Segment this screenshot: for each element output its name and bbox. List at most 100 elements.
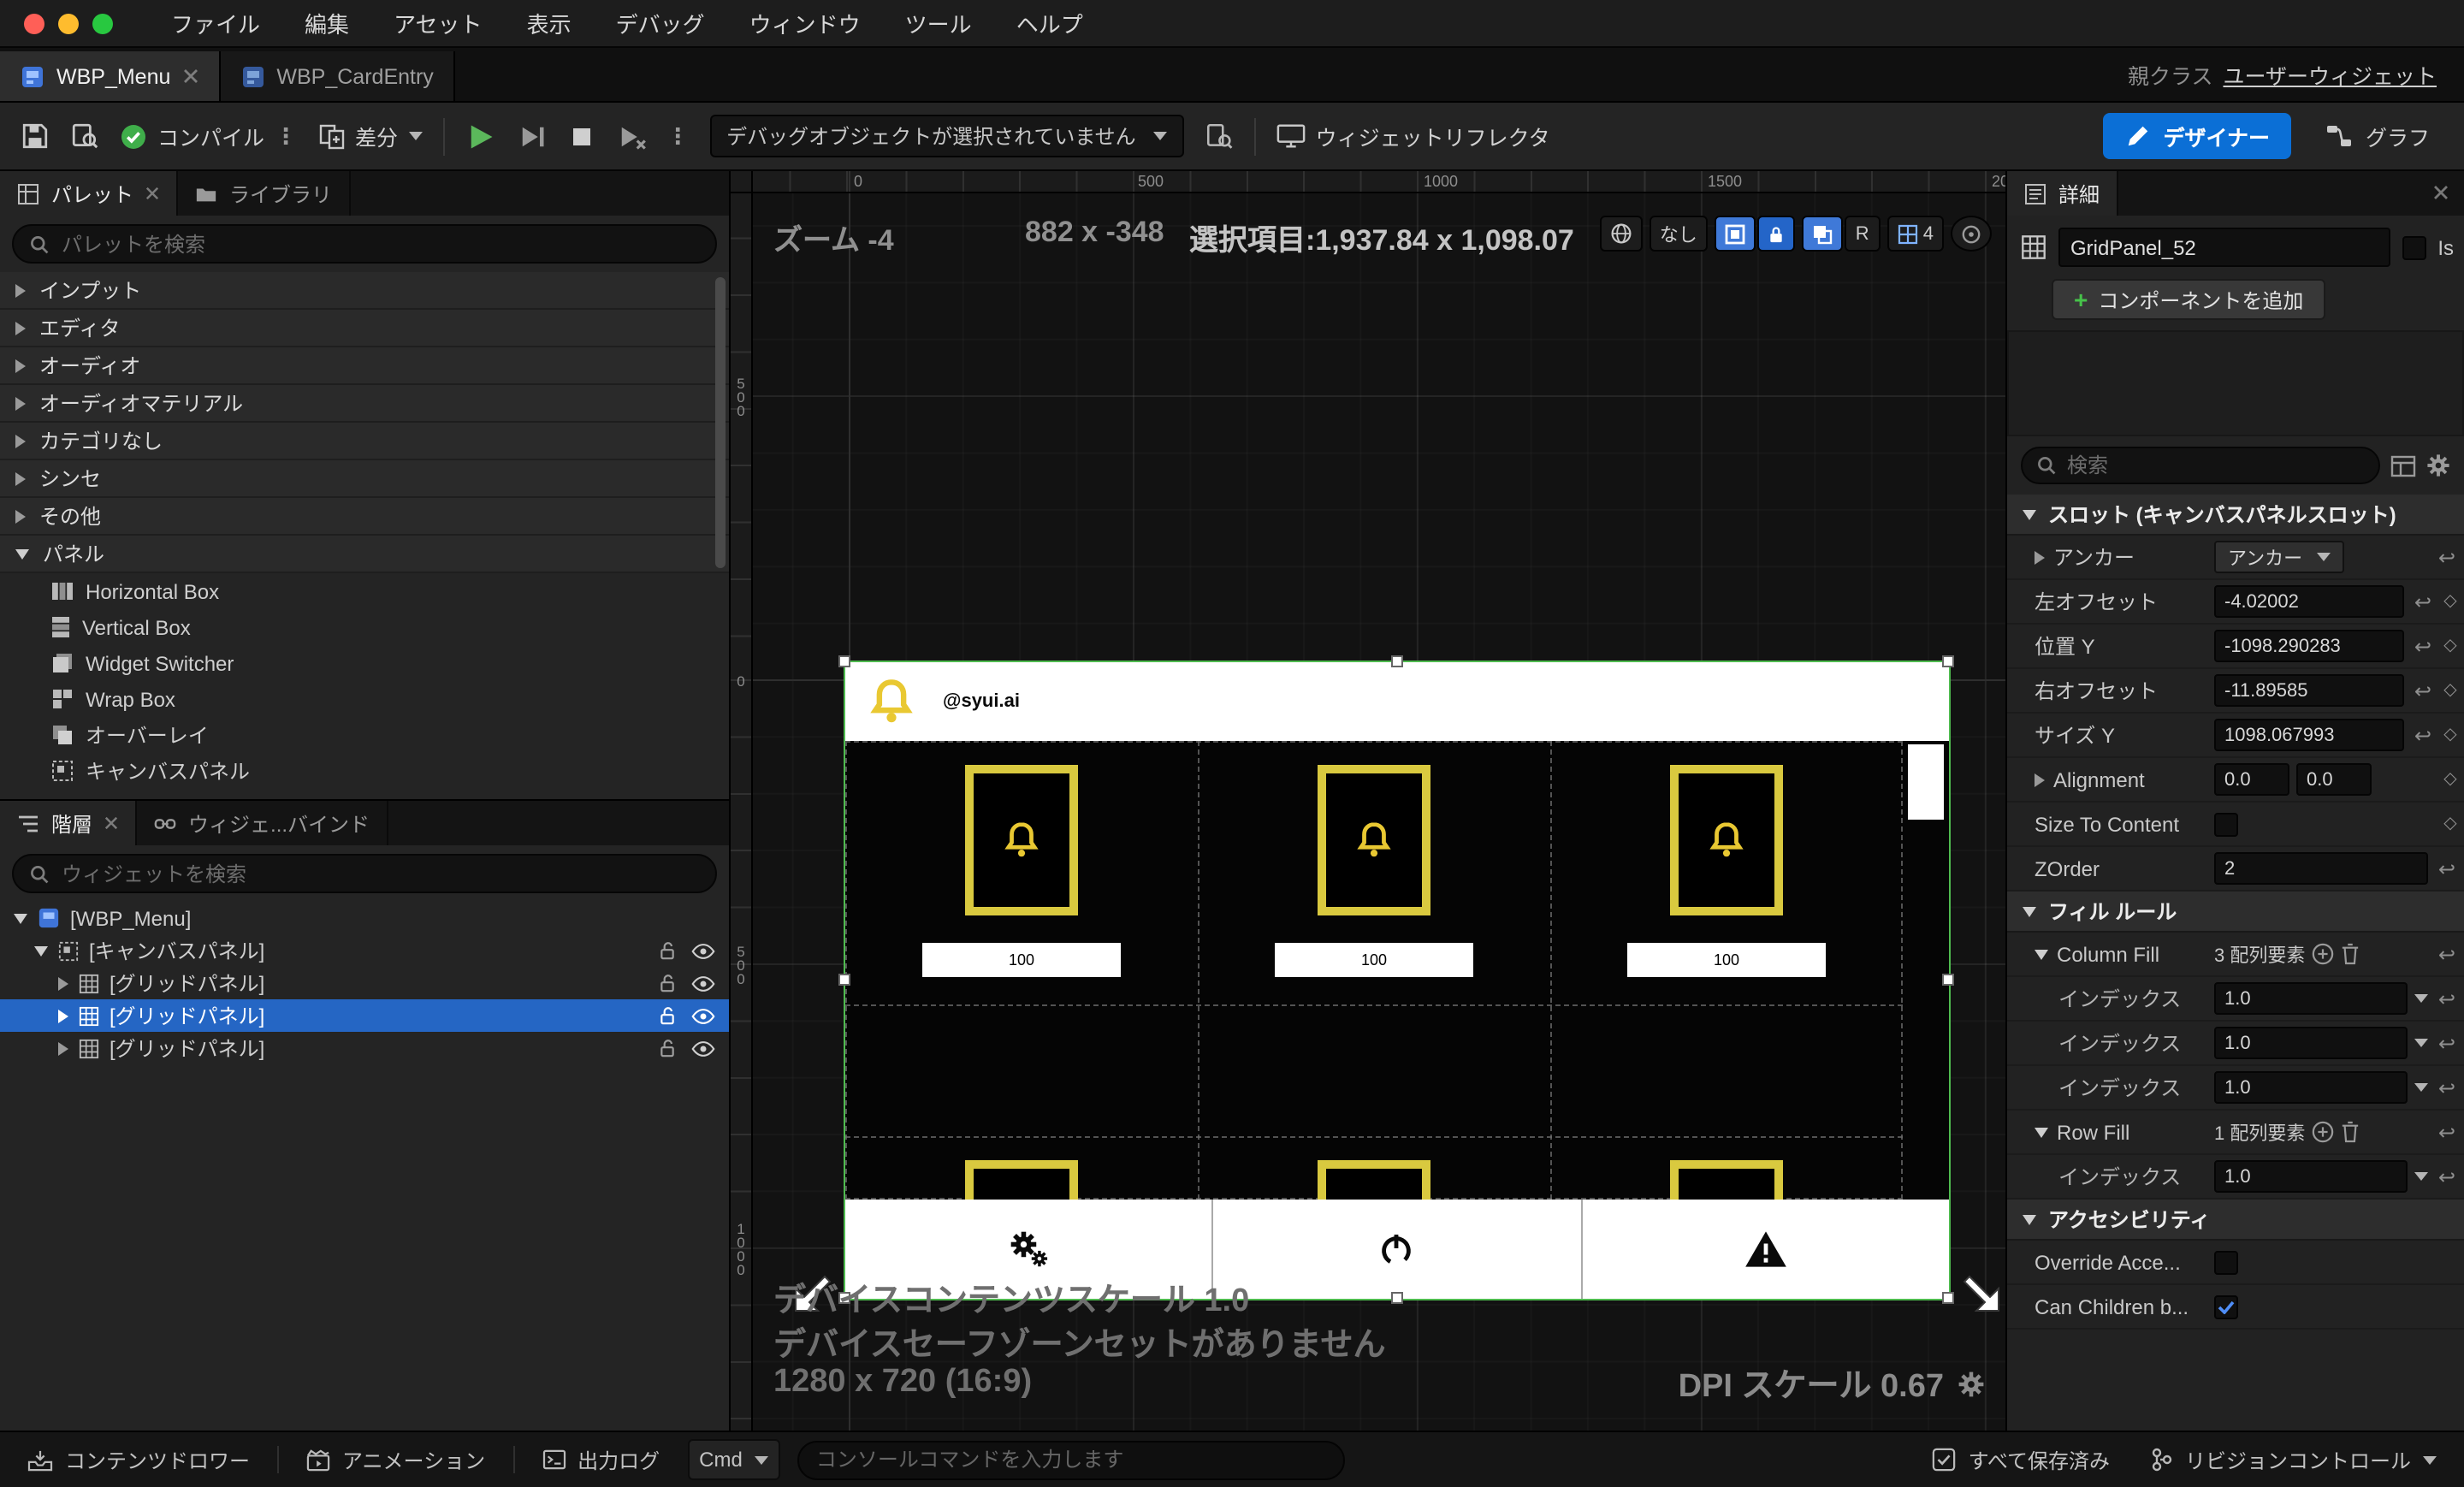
tree-row-grid-panel-2-selected[interactable]: [グリッドパネル] [0, 999, 729, 1032]
bind-diamond-icon[interactable]: ◇ [2442, 815, 2459, 833]
size-to-content-checkbox[interactable] [2214, 812, 2238, 836]
alignment-y-input[interactable] [2296, 763, 2372, 796]
frame-skip-button[interactable] [516, 121, 547, 151]
palette-item-overlay[interactable]: オーバーレイ [0, 717, 729, 753]
save-icon[interactable] [21, 121, 50, 151]
fill-coefficient-input[interactable] [2214, 1071, 2408, 1104]
display-filter-icon[interactable] [2390, 454, 2416, 477]
unlock-icon[interactable] [659, 1006, 676, 1025]
eye-icon[interactable] [691, 1007, 715, 1024]
designer-viewport[interactable]: 0 500 1000 1500 200 500 0 500 1000 [731, 171, 2005, 1431]
offset-left-input[interactable] [2214, 585, 2404, 618]
reset-to-default-icon[interactable]: ↩ [2435, 942, 2459, 966]
palette-category-other[interactable]: その他 [0, 498, 729, 536]
tab-wbp-menu[interactable]: WBP_Menu [0, 51, 220, 101]
expand-arrow-icon[interactable] [15, 321, 26, 335]
card-grid-area[interactable]: 100 100 100 [845, 741, 1949, 1200]
resize-handle[interactable] [1391, 1292, 1403, 1304]
layers-button[interactable] [1802, 216, 1843, 252]
hierarchy-search-input[interactable] [62, 862, 700, 886]
collapse-arrow-icon[interactable] [14, 913, 27, 923]
chevron-down-icon[interactable] [2414, 1172, 2428, 1181]
menu-asset[interactable]: アセット [394, 7, 483, 39]
fill-coefficient-input[interactable] [2214, 1160, 2408, 1193]
expand-arrow-icon[interactable] [15, 283, 26, 297]
collapse-arrow-icon[interactable] [2035, 949, 2048, 959]
menu-window[interactable]: ウィンドウ [749, 7, 861, 39]
resize-handle[interactable] [1942, 655, 1954, 667]
section-slot[interactable]: スロット (キャンバスパネルスロット) [2007, 495, 2464, 536]
trash-icon[interactable] [2341, 1121, 2360, 1143]
card-item-partial[interactable] [1670, 1160, 1783, 1200]
reset-to-default-icon[interactable]: ↩ [2411, 634, 2435, 658]
close-icon[interactable] [2433, 185, 2449, 200]
expand-arrow-icon[interactable] [2035, 550, 2045, 564]
menu-view[interactable]: 表示 [527, 7, 572, 39]
palette-category-audio-material[interactable]: オーディオマテリアル [0, 385, 729, 423]
menu-debug[interactable]: デバッグ [616, 7, 705, 39]
palette-category-editor[interactable]: エディタ [0, 310, 729, 347]
expand-arrow-icon[interactable] [2035, 773, 2045, 786]
details-search-input[interactable] [2067, 453, 2365, 477]
palette-item-widget-switcher[interactable]: Widget Switcher [0, 645, 729, 681]
expand-arrow-icon[interactable] [58, 1009, 68, 1022]
tab-widget-bind[interactable]: ウィジェ...バインド [137, 801, 388, 845]
compile-button[interactable]: コンパイル ⋮ [120, 120, 297, 152]
tree-row-wbp-menu[interactable]: [WBP_Menu] [0, 902, 729, 934]
menu-tools[interactable]: ツール [905, 7, 972, 39]
eye-icon[interactable] [691, 942, 715, 959]
design-preview-widget[interactable]: @syui.ai [845, 662, 1949, 1299]
fill-coefficient-input[interactable] [2214, 982, 2408, 1015]
palette-search-input[interactable] [62, 232, 700, 256]
animation-button[interactable]: アニメーション [296, 1439, 495, 1480]
widget-scrollbar[interactable] [1908, 744, 1944, 820]
reset-to-default-icon[interactable]: ↩ [2435, 1120, 2459, 1144]
card-item[interactable] [1670, 765, 1783, 915]
preview-none-button[interactable]: なし [1650, 216, 1708, 252]
play-options-icon[interactable]: ⋮ [666, 122, 689, 150]
diff-button[interactable]: 差分 [317, 120, 422, 152]
palette-category-synth[interactable]: シンセ [0, 460, 729, 498]
tab-hierarchy[interactable]: 階層 [0, 801, 137, 845]
close-icon[interactable] [145, 187, 159, 200]
section-accessibility[interactable]: アクセシビリティ [2007, 1200, 2464, 1241]
palette-category-audio[interactable]: オーディオ [0, 347, 729, 385]
trash-icon[interactable] [2341, 943, 2360, 965]
fill-screen-button[interactable] [1715, 216, 1756, 252]
resize-handle[interactable] [1942, 974, 1954, 986]
offset-right-input[interactable] [2214, 674, 2404, 707]
tree-row-grid-panel-1[interactable]: [グリッドパネル] [0, 967, 729, 999]
is-variable-checkbox[interactable] [2402, 235, 2426, 259]
palette-item-vertical-box[interactable]: Vertical Box [0, 609, 729, 645]
reset-to-default-icon[interactable]: ↩ [2435, 545, 2459, 569]
palette-scrollbar[interactable] [715, 277, 726, 568]
palette-category-uncategorized[interactable]: カテゴリなし [0, 423, 729, 460]
tree-row-grid-panel-3[interactable]: [グリッドパネル] [0, 1032, 729, 1064]
gear-icon[interactable] [2426, 453, 2450, 477]
alignment-x-input[interactable] [2214, 763, 2289, 796]
close-icon[interactable] [104, 816, 118, 830]
card-item[interactable] [965, 765, 1078, 915]
can-children-checkbox[interactable] [2214, 1294, 2238, 1318]
position-y-input[interactable] [2214, 630, 2404, 662]
play-button[interactable] [465, 121, 495, 151]
collapse-arrow-icon[interactable] [2023, 509, 2036, 519]
collapse-arrow-icon[interactable] [2035, 1127, 2048, 1137]
palette-item-wrap-box[interactable]: Wrap Box [0, 681, 729, 717]
reset-to-default-icon[interactable]: ↩ [2435, 986, 2459, 1010]
expand-arrow-icon[interactable] [58, 1041, 68, 1055]
power-footer-button[interactable] [1214, 1200, 1583, 1299]
tab-palette[interactable]: パレット [0, 171, 178, 216]
tab-library[interactable]: ライブラリ [178, 171, 351, 216]
anchors-dropdown[interactable]: アンカー [2214, 541, 2343, 573]
find-in-blueprint-icon[interactable] [1205, 121, 1234, 151]
bind-diamond-icon[interactable]: ◇ [2442, 726, 2459, 744]
output-log-button[interactable]: 出力ログ [531, 1439, 670, 1480]
resize-handle[interactable] [838, 974, 850, 986]
content-drawer-button[interactable]: コンテンツドロワー [17, 1439, 260, 1480]
eye-icon[interactable] [691, 975, 715, 992]
card-item-partial[interactable] [1318, 1160, 1430, 1200]
expand-arrow-icon[interactable] [15, 509, 26, 523]
fill-coefficient-input[interactable] [2214, 1027, 2408, 1059]
collapse-arrow-icon[interactable] [2023, 1214, 2036, 1224]
